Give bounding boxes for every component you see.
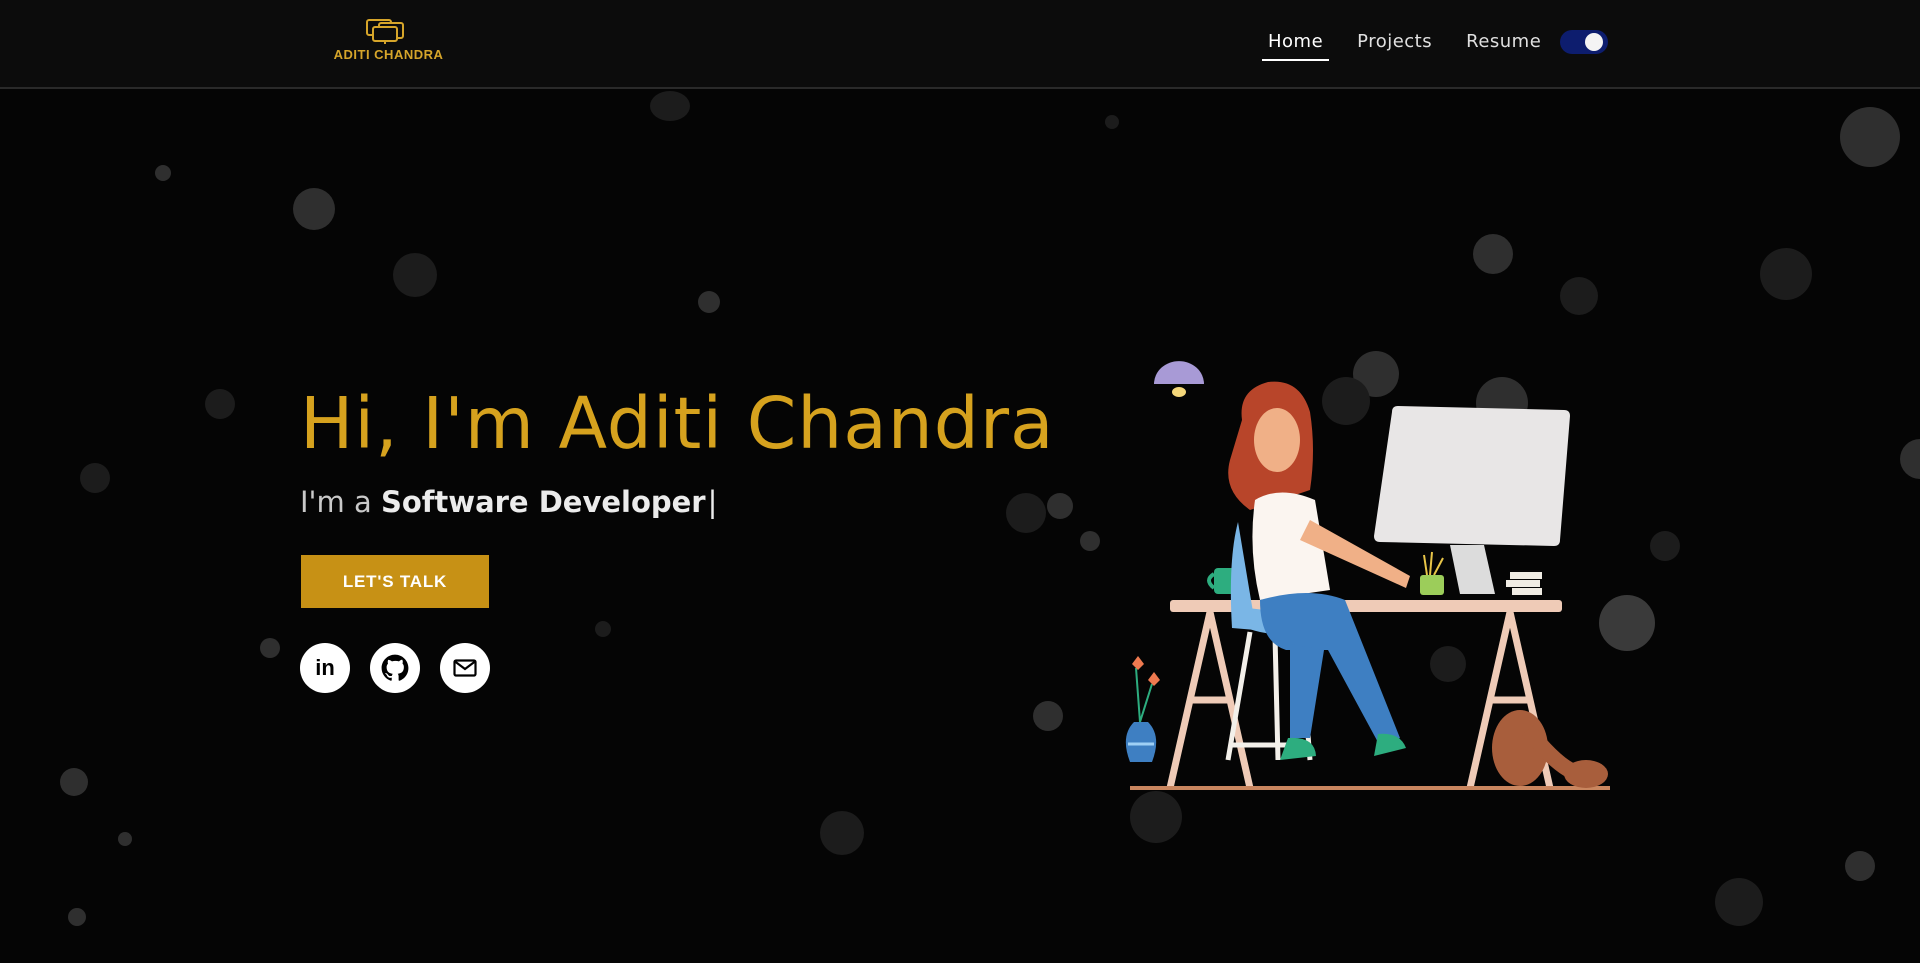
hero-subtitle: I'm a Software Developer| — [300, 485, 717, 519]
monitor-icon — [1374, 406, 1570, 594]
lets-talk-button[interactable]: LET'S TALK — [301, 555, 489, 608]
nav-home[interactable]: Home — [1261, 31, 1330, 61]
github-link[interactable] — [370, 643, 420, 693]
main-nav: Home Projects Resume — [1261, 28, 1575, 61]
person-icon — [1228, 381, 1410, 760]
vase-icon — [1125, 656, 1160, 762]
developer-illustration — [1125, 361, 1610, 790]
toggle-knob — [1585, 33, 1603, 51]
theme-toggle[interactable] — [1560, 30, 1608, 54]
github-icon — [381, 654, 409, 681]
typing-cursor: | — [707, 485, 718, 519]
subtitle-role: Software Developer — [380, 485, 706, 519]
lamp-icon — [1154, 361, 1204, 397]
monitor-logo-icon — [365, 19, 404, 44]
nav-resume[interactable]: Resume — [1466, 31, 1541, 56]
email-link[interactable] — [440, 643, 490, 693]
hero-title: Hi, I'm Aditi Chandra — [300, 382, 1055, 465]
logo[interactable]: ADITI CHANDRA — [326, 18, 451, 72]
nav-projects[interactable]: Projects — [1357, 31, 1432, 56]
books-icon — [1506, 572, 1542, 595]
mail-icon — [453, 659, 477, 677]
linkedin-icon: in — [315, 655, 335, 680]
plant-icon — [1420, 551, 1444, 595]
logo-text: ADITI CHANDRA — [333, 47, 444, 62]
particle-background — [0, 91, 1920, 963]
linkedin-link[interactable]: in — [300, 643, 350, 693]
subtitle-prefix: I'm a — [300, 485, 381, 519]
navbar: ADITI CHANDRA Home Projects Resume — [0, 0, 1920, 89]
